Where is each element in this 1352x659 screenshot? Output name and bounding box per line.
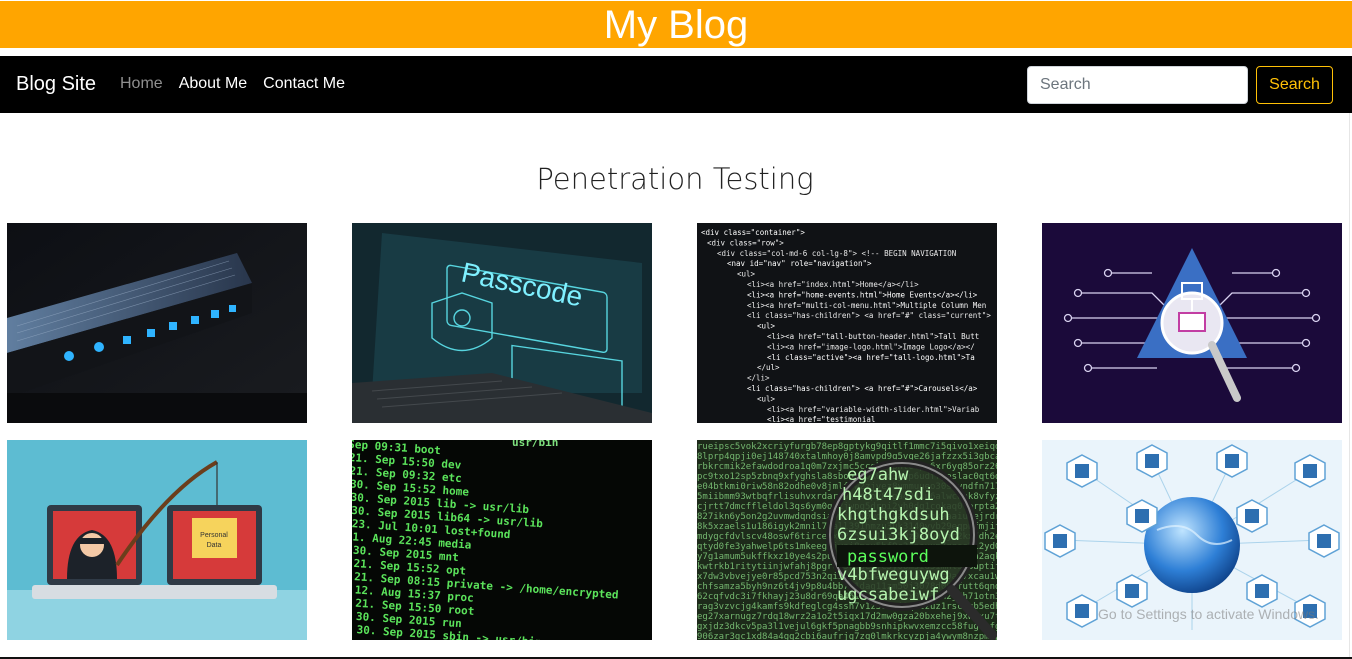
code-line: <li><a href="home-events.html">Home Even… (747, 290, 978, 299)
terminal-header: usr/bin (512, 440, 558, 449)
hash-line: 8lprp4qpji0ej148740xtalmhoy0j8amvpd9q5vq… (697, 452, 997, 462)
blog-banner: My Blog (0, 1, 1352, 48)
code-line: </li> (747, 374, 770, 383)
code-line: </ul> (757, 363, 780, 372)
code-line: <div class="container"> (701, 228, 805, 237)
terminal-listing-image[interactable]: usr/bin Sep 09:31 boot 21. Sep 15:50 dev 21… (352, 440, 652, 640)
code-line: <li><a href="tall-button-header.html">Ta… (767, 332, 979, 341)
code-line: <li class="has-children"> <a href="#" cl… (747, 311, 991, 320)
personal-data-label-line1: Personal (200, 532, 228, 539)
brand-link[interactable]: Blog Site (16, 73, 96, 96)
phishing-illustration: Personal Data (7, 440, 307, 640)
code-line: <li><a href="index.html">Home</a></li> (747, 280, 919, 289)
password-magnifier-illustration: rueipsc5vok2xcriyfurgb78ep8gptykg9qitlf1… (697, 440, 997, 640)
blog-title: My Blog (603, 2, 749, 47)
section-title: Penetration Testing (536, 162, 814, 196)
hash-line: gxjdz3dkcv5pa3l1vejul6gkf5pnagbb9snhipkw… (697, 622, 997, 632)
code-line: <li><a href="multi-col-menu.html">Multip… (747, 301, 986, 310)
code-line: <li class="has-children"> <a href="#">Ca… (747, 384, 978, 393)
code-line: <li><a href="variable-width-slider.html"… (767, 405, 980, 414)
code-line: <ul> (737, 270, 756, 279)
code-line: <div class="col-md-6 col-lg-8"> <!-- BEG… (717, 249, 956, 258)
router-illustration (7, 223, 307, 423)
search-input[interactable] (1027, 66, 1248, 104)
svg-text:ugcsabeiwf: ugcsabeiwf (837, 585, 939, 605)
code-line: <li><a href="testimonial (767, 415, 875, 423)
network-scan-illustration (1042, 223, 1342, 423)
nav-link-home[interactable]: Home (120, 75, 163, 93)
passcode-image[interactable]: Passcode (352, 223, 652, 423)
code-line: <li class="active"><a href="tall-logo.ht… (767, 353, 975, 362)
navbar: Blog Site Home About Me Contact Me Searc… (0, 56, 1352, 113)
svg-text:eg7ahw: eg7ahw (847, 465, 909, 485)
network-scan-image[interactable] (1042, 223, 1342, 423)
router-image[interactable] (7, 223, 307, 423)
nav-link-about-me[interactable]: About Me (179, 75, 247, 93)
svg-text:v4bfweguywg: v4bfweguywg (837, 565, 950, 585)
terminal-listing-illustration: usr/binSep 09:31 boot21. Sep 15:50 dev21… (352, 440, 652, 640)
code-line: <div class="row"> (707, 238, 784, 247)
hash-line: eg27xarnugz7rdq18wrz2a1o2t5iqx17d2mw0gza… (697, 612, 997, 622)
html-code-image[interactable]: <div class="container"> <div class="row">… (697, 223, 997, 423)
svg-text:6zsui3kj8oyd: 6zsui3kj8oyd (837, 525, 960, 545)
search-button[interactable]: Search (1256, 66, 1333, 104)
svg-text:khgthgkdsuh: khgthgkdsuh (837, 505, 950, 525)
activate-windows-watermark: Go to Settings to activate Windows. (1098, 606, 1319, 622)
personal-data-label-line2: Data (207, 542, 222, 549)
nav-link-contact-me[interactable]: Contact Me (263, 75, 345, 93)
code-line: <li><a href="image-logo.html">Image Logo… (767, 342, 975, 351)
phishing-image[interactable]: Personal Data (7, 440, 307, 640)
hash-line: rueipsc5vok2xcriyfurgb78ep8gptykg9qitlf1… (697, 442, 997, 452)
code-line: <nav id="nav" role="navigation"> (727, 259, 872, 268)
passcode-illustration: Passcode (352, 223, 652, 423)
nav-links: Home About Me Contact Me (120, 75, 345, 93)
html-code-illustration: <div class="container"><div class="row">… (697, 223, 997, 423)
svg-text:h48t47sdi: h48t47sdi (842, 485, 934, 505)
code-line: <ul> (757, 394, 776, 403)
code-line: <ul> (757, 322, 776, 331)
password-magnifier-image[interactable]: rueipsc5vok2xcriyfurgb78ep8gptykg9qitlf1… (697, 440, 997, 640)
password-label: password (847, 547, 929, 567)
hash-line: 906zar3gc1xd84a4gg2cbi6aufrjg7zq0lmkrkcy… (697, 632, 997, 640)
